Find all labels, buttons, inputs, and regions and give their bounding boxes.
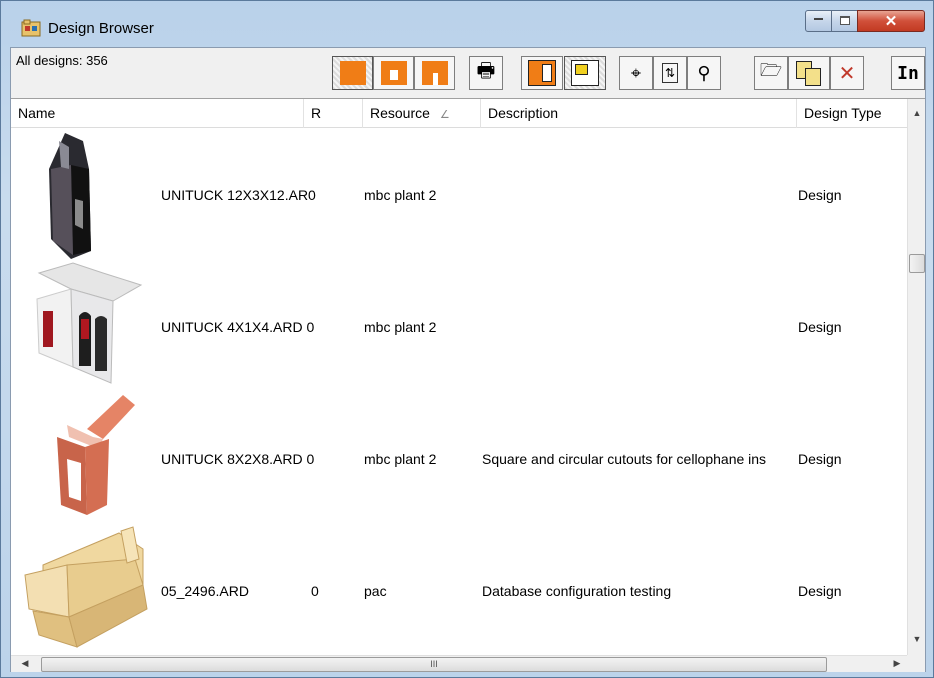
layout-view-icon xyxy=(528,60,556,86)
size-grip[interactable] xyxy=(907,655,925,672)
delete-button[interactable]: ✕ xyxy=(830,56,864,90)
detail-layout-button[interactable] xyxy=(564,56,606,90)
magnifier-icon: ⚲ xyxy=(697,62,711,83)
refresh-button[interactable]: ⇅ xyxy=(653,56,687,90)
design-description: Database configuration testing xyxy=(482,583,672,599)
large-icons-view-button[interactable] xyxy=(373,56,414,90)
list-item[interactable]: UNITUCK 12X3X12.AR0 mbc plant 2 Design xyxy=(11,129,907,261)
binoculars-icon: ⌖ xyxy=(630,62,642,83)
column-label: Description xyxy=(488,105,559,121)
printer-icon: 🖶 xyxy=(476,60,496,82)
horizontal-scroll-thumb[interactable]: III xyxy=(41,657,827,672)
design-resource: mbc plant 2 xyxy=(364,319,437,335)
design-type: Design xyxy=(798,583,842,599)
design-name: UNITUCK 4X1X4.ARD 0 xyxy=(161,319,315,335)
sort-indicator-icon: ∠ xyxy=(439,109,450,121)
search-button[interactable]: ⚲ xyxy=(687,56,721,90)
design-type: Design xyxy=(798,187,842,203)
layout-view-button[interactable] xyxy=(521,56,563,90)
list-item[interactable]: UNITUCK 8X2X8.ARD 0 mbc plant 2 Square a… xyxy=(11,393,907,525)
vertical-scroll-thumb[interactable] xyxy=(909,254,925,273)
vertical-scrollbar[interactable]: ▲ ▼ xyxy=(907,99,925,655)
close-icon: ✕ xyxy=(884,13,898,30)
design-thumbnail xyxy=(24,526,148,648)
open-folder-icon: 🗁 xyxy=(759,60,783,80)
find-button[interactable]: ⌖ xyxy=(619,56,653,90)
column-header-name[interactable]: Name xyxy=(11,99,304,128)
design-thumbnail xyxy=(49,133,91,259)
maximize-button[interactable] xyxy=(831,10,858,32)
list-view-icon xyxy=(421,61,448,85)
design-r: 0 xyxy=(311,583,319,599)
app-icon xyxy=(21,19,41,37)
client-area: All designs: 356 🖶 ⌖ ⇅ ⚲ 🗁 ✕ In Name R R… xyxy=(10,47,926,672)
design-list: Name R Resource ∠ Description Design Type… xyxy=(11,98,925,672)
minimize-icon xyxy=(814,18,823,20)
list-view-button[interactable] xyxy=(414,56,455,90)
horizontal-scrollbar[interactable]: ◀ III ▶ xyxy=(11,655,907,672)
refresh-icon: ⇅ xyxy=(662,63,678,83)
design-name: 05_2496.ARD xyxy=(161,583,249,599)
list-item[interactable]: 05_2496.ARD 0 pac Database configuration… xyxy=(11,525,907,657)
large-icons-view-icon xyxy=(380,61,407,85)
detail-layout-icon xyxy=(571,60,599,86)
column-label: Name xyxy=(18,105,56,121)
delete-icon: ✕ xyxy=(838,62,856,85)
design-resource: pac xyxy=(364,583,387,599)
open-button[interactable]: 🗁 xyxy=(754,56,788,90)
design-name: UNITUCK 8X2X8.ARD 0 xyxy=(161,451,315,467)
copy-design-icon xyxy=(796,59,822,87)
column-label: Design Type xyxy=(804,105,882,121)
column-label: R xyxy=(311,105,322,121)
print-button[interactable]: 🖶 xyxy=(469,56,503,90)
window-frame: Design Browser ✕ All designs: 356 🖶 ⌖ ⇅ … xyxy=(0,0,934,678)
scroll-down-icon[interactable]: ▼ xyxy=(909,634,925,644)
design-resource: mbc plant 2 xyxy=(364,187,437,203)
column-header-description[interactable]: Description xyxy=(481,99,797,128)
toolbar: All designs: 356 🖶 ⌖ ⇅ ⚲ 🗁 ✕ In xyxy=(11,48,925,98)
minimize-button[interactable] xyxy=(805,10,832,32)
scroll-left-icon[interactable]: ◀ xyxy=(17,658,33,669)
column-header-r[interactable]: R xyxy=(304,99,363,128)
info-button[interactable]: In xyxy=(891,56,925,90)
scroll-right-icon[interactable]: ▶ xyxy=(889,658,905,669)
design-description: Square and circular cutouts for cellopha… xyxy=(482,451,767,467)
design-thumbnail xyxy=(57,395,135,515)
window-title: Design Browser xyxy=(48,20,154,37)
column-label: Resource xyxy=(370,105,430,121)
thumbnails-view-icon xyxy=(339,61,366,85)
design-type: Design xyxy=(798,451,842,467)
column-header-design-type[interactable]: Design Type xyxy=(797,99,907,128)
design-resource: mbc plant 2 xyxy=(364,451,437,467)
thumbnails-view-button[interactable] xyxy=(332,56,373,90)
list-item[interactable]: UNITUCK 4X1X4.ARD 0 mbc plant 2 Design xyxy=(11,261,907,393)
design-thumbnail xyxy=(36,262,143,384)
design-type: Design xyxy=(798,319,842,335)
title-bar[interactable]: Design Browser ✕ xyxy=(1,1,934,47)
column-header-resource[interactable]: Resource ∠ xyxy=(363,99,481,128)
scroll-up-icon[interactable]: ▲ xyxy=(909,108,925,118)
close-button[interactable]: ✕ xyxy=(857,10,925,32)
copy-design-button[interactable] xyxy=(788,56,830,90)
maximize-icon xyxy=(840,16,850,25)
list-header: Name R Resource ∠ Description Design Type xyxy=(11,99,907,128)
design-name: UNITUCK 12X3X12.AR0 xyxy=(161,187,316,203)
design-count: All designs: 356 xyxy=(16,53,108,68)
